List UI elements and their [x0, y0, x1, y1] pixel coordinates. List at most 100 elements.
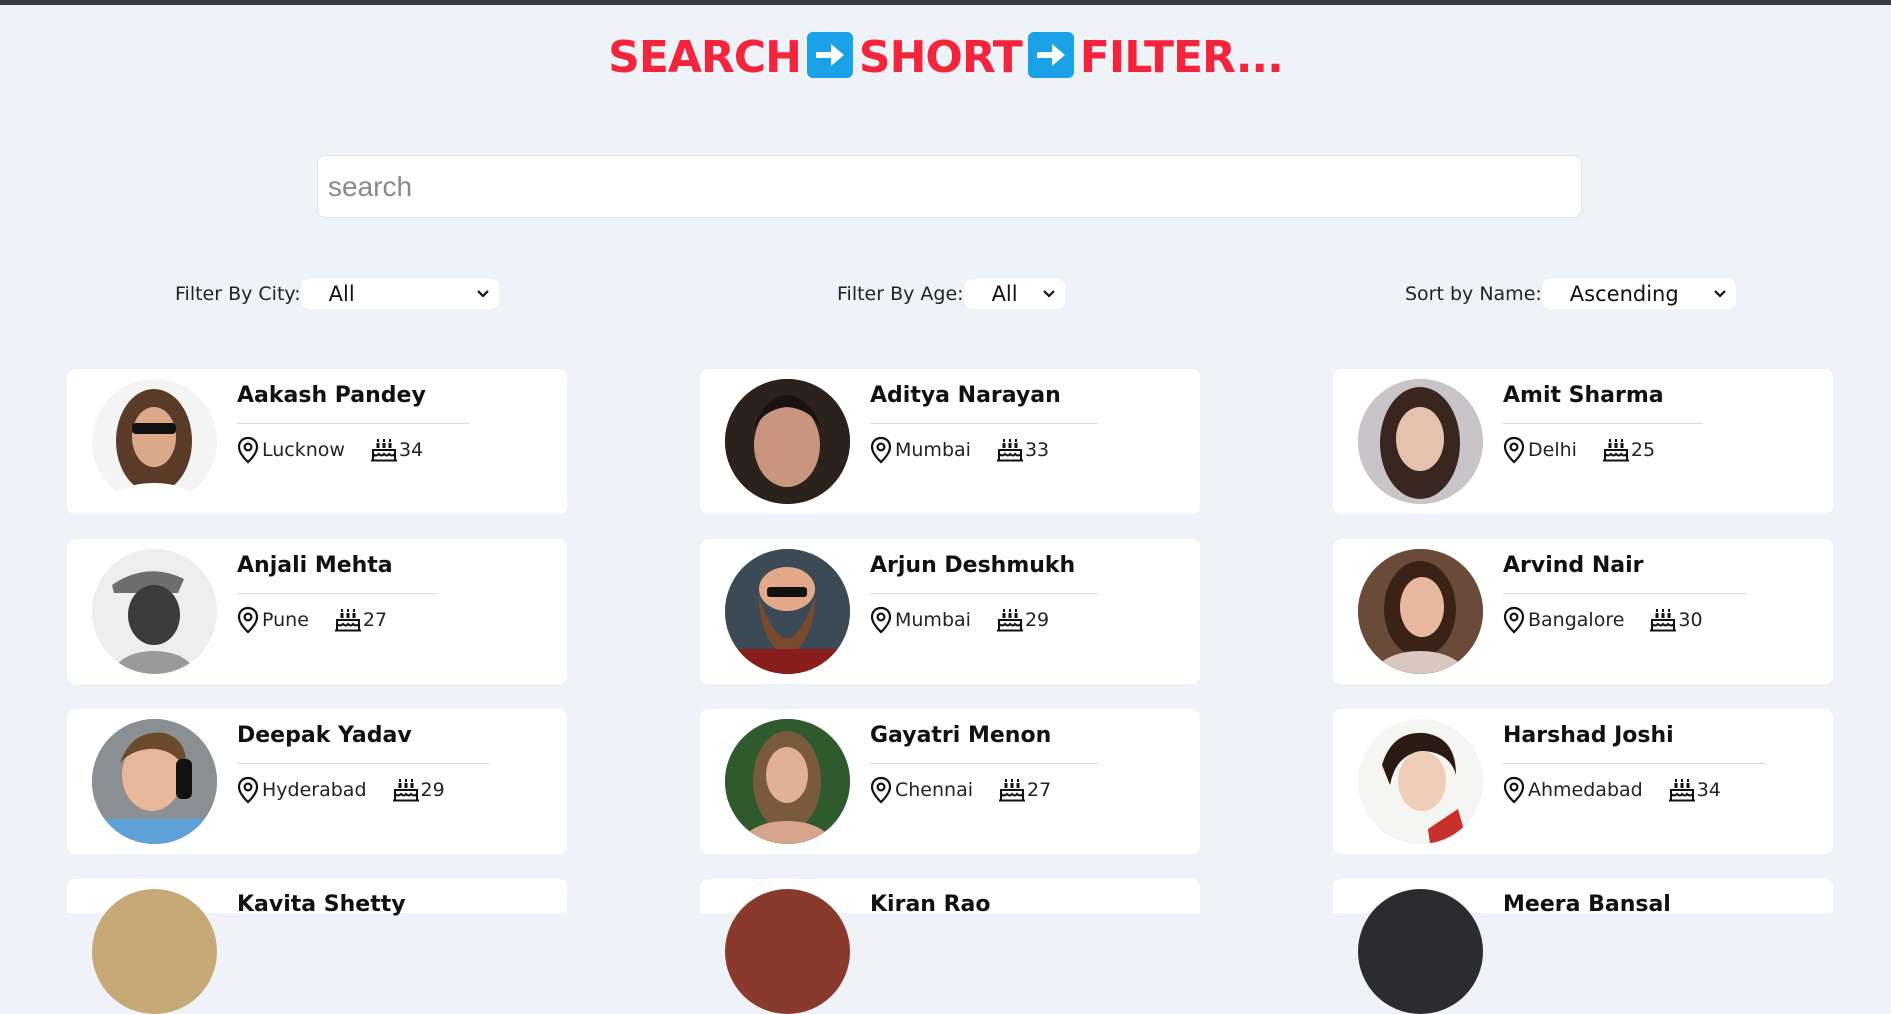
person-city: Ahmedabad: [1528, 779, 1643, 801]
chevron-down-icon: [476, 290, 489, 298]
chevron-down-icon: [1042, 290, 1055, 298]
divider: [237, 423, 469, 424]
profile-card[interactable]: Arvind Nair Bangalore 30: [1333, 539, 1833, 684]
person-name: Arvind Nair: [1503, 553, 1644, 578]
person-meta: Lucknow 34: [237, 436, 423, 464]
person-city: Bangalore: [1528, 609, 1625, 631]
person-meta: Mumbai 33: [870, 436, 1049, 464]
avatar: [92, 549, 217, 674]
profile-card[interactable]: Gayatri Menon Chennai 27: [700, 709, 1200, 854]
title-short: SHORT: [858, 32, 1023, 83]
person-age: 29: [420, 779, 445, 801]
age-filter-select[interactable]: All: [963, 279, 1065, 309]
person-meta: Delhi 25: [1503, 436, 1655, 464]
person-age: 34: [398, 439, 424, 461]
person-name: Kiran Rao: [870, 892, 991, 917]
avatar: [725, 889, 850, 1014]
right-arrow-icon: [806, 32, 853, 78]
divider: [237, 763, 489, 764]
sort-filter: Sort by Name: Ascending: [1405, 279, 1736, 309]
age-filter: Filter By Age: All: [837, 279, 1065, 309]
person-name: Aakash Pandey: [237, 383, 426, 408]
location-pin-icon: [870, 606, 892, 634]
divider: [1503, 593, 1747, 594]
person-city: Mumbai: [895, 609, 971, 631]
divider: [237, 593, 437, 594]
location-pin-icon: [1503, 606, 1525, 634]
avatar: [1358, 379, 1483, 504]
chevron-down-icon: [1714, 290, 1726, 298]
divider: [870, 593, 1098, 594]
person-age: 29: [1024, 609, 1050, 631]
profile-card[interactable]: Kiran Rao: [700, 879, 1200, 1014]
avatar: [725, 379, 850, 504]
right-arrow-icon: [1027, 32, 1074, 78]
avatar: [92, 889, 217, 1014]
sort-filter-value: Ascending: [1569, 282, 1679, 306]
top-bar: [0, 0, 1891, 5]
person-city: Hyderabad: [262, 779, 367, 801]
birthday-cake-icon: [392, 779, 419, 802]
avatar: [1358, 889, 1483, 1014]
birthday-cake-icon: [334, 609, 361, 632]
person-name: Deepak Yadav: [237, 723, 412, 748]
person-age: 27: [362, 609, 388, 631]
person-age: 30: [1678, 609, 1703, 631]
profile-card[interactable]: Aakash Pandey Lucknow 34: [67, 369, 567, 514]
person-meta: Mumbai 29: [870, 606, 1049, 634]
avatar: [725, 719, 850, 844]
sort-filter-label: Sort by Name:: [1405, 283, 1542, 305]
location-pin-icon: [237, 606, 259, 634]
person-name: Harshad Joshi: [1503, 723, 1674, 748]
profile-card[interactable]: Harshad Joshi Ahmedabad 34: [1333, 709, 1833, 854]
divider: [1503, 423, 1703, 424]
location-pin-icon: [870, 776, 892, 804]
city-filter: Filter By City: All: [175, 279, 499, 309]
location-pin-icon: [1503, 776, 1525, 804]
location-pin-icon: [237, 436, 259, 464]
birthday-cake-icon: [999, 779, 1026, 802]
avatar: [1358, 719, 1483, 844]
person-city: Pune: [262, 609, 309, 631]
birthday-cake-icon: [996, 439, 1023, 462]
person-name: Amit Sharma: [1503, 383, 1664, 408]
person-meta: Chennai 27: [870, 776, 1051, 804]
age-filter-label: Filter By Age:: [837, 283, 964, 305]
person-city: Chennai: [895, 779, 974, 801]
profile-card[interactable]: Meera Bansal: [1333, 879, 1833, 1014]
person-city: Delhi: [1528, 439, 1577, 461]
person-meta: Ahmedabad 34: [1503, 776, 1721, 804]
avatar: [92, 379, 217, 504]
person-name: Meera Bansal: [1503, 892, 1671, 917]
birthday-cake-icon: [1650, 609, 1677, 632]
divider: [1503, 763, 1765, 764]
person-name: Kavita Shetty: [237, 892, 406, 917]
age-filter-value: All: [991, 282, 1018, 306]
page-title: SEARCH SHORT FILTER...: [0, 30, 1891, 86]
avatar: [725, 549, 850, 674]
profile-card[interactable]: Aditya Narayan Mumbai 33: [700, 369, 1200, 514]
person-meta: Hyderabad 29: [237, 776, 445, 804]
divider: [870, 423, 1098, 424]
profile-card[interactable]: Deepak Yadav Hyderabad 29: [67, 709, 567, 854]
search-input[interactable]: [317, 155, 1582, 218]
birthday-cake-icon: [370, 439, 397, 462]
location-pin-icon: [870, 436, 892, 464]
sort-filter-select[interactable]: Ascending: [1541, 279, 1736, 309]
person-meta: Bangalore 30: [1503, 606, 1703, 634]
person-name: Aditya Narayan: [870, 383, 1061, 408]
profile-card[interactable]: Amit Sharma Delhi 25: [1333, 369, 1833, 514]
avatar: [1358, 549, 1483, 674]
title-search: SEARCH: [608, 32, 802, 83]
divider: [870, 763, 1098, 764]
avatar: [92, 719, 217, 844]
person-city: Lucknow: [262, 439, 345, 461]
profile-card[interactable]: Kavita Shetty: [67, 879, 567, 1014]
city-filter-select[interactable]: All: [300, 279, 499, 309]
profile-card[interactable]: Anjali Mehta Pune 27: [67, 539, 567, 684]
profile-card[interactable]: Arjun Deshmukh Mumbai 29: [700, 539, 1200, 684]
person-age: 33: [1024, 439, 1050, 461]
title-filter: FILTER...: [1079, 32, 1284, 83]
city-filter-value: All: [328, 282, 355, 306]
person-age: 34: [1696, 779, 1721, 801]
